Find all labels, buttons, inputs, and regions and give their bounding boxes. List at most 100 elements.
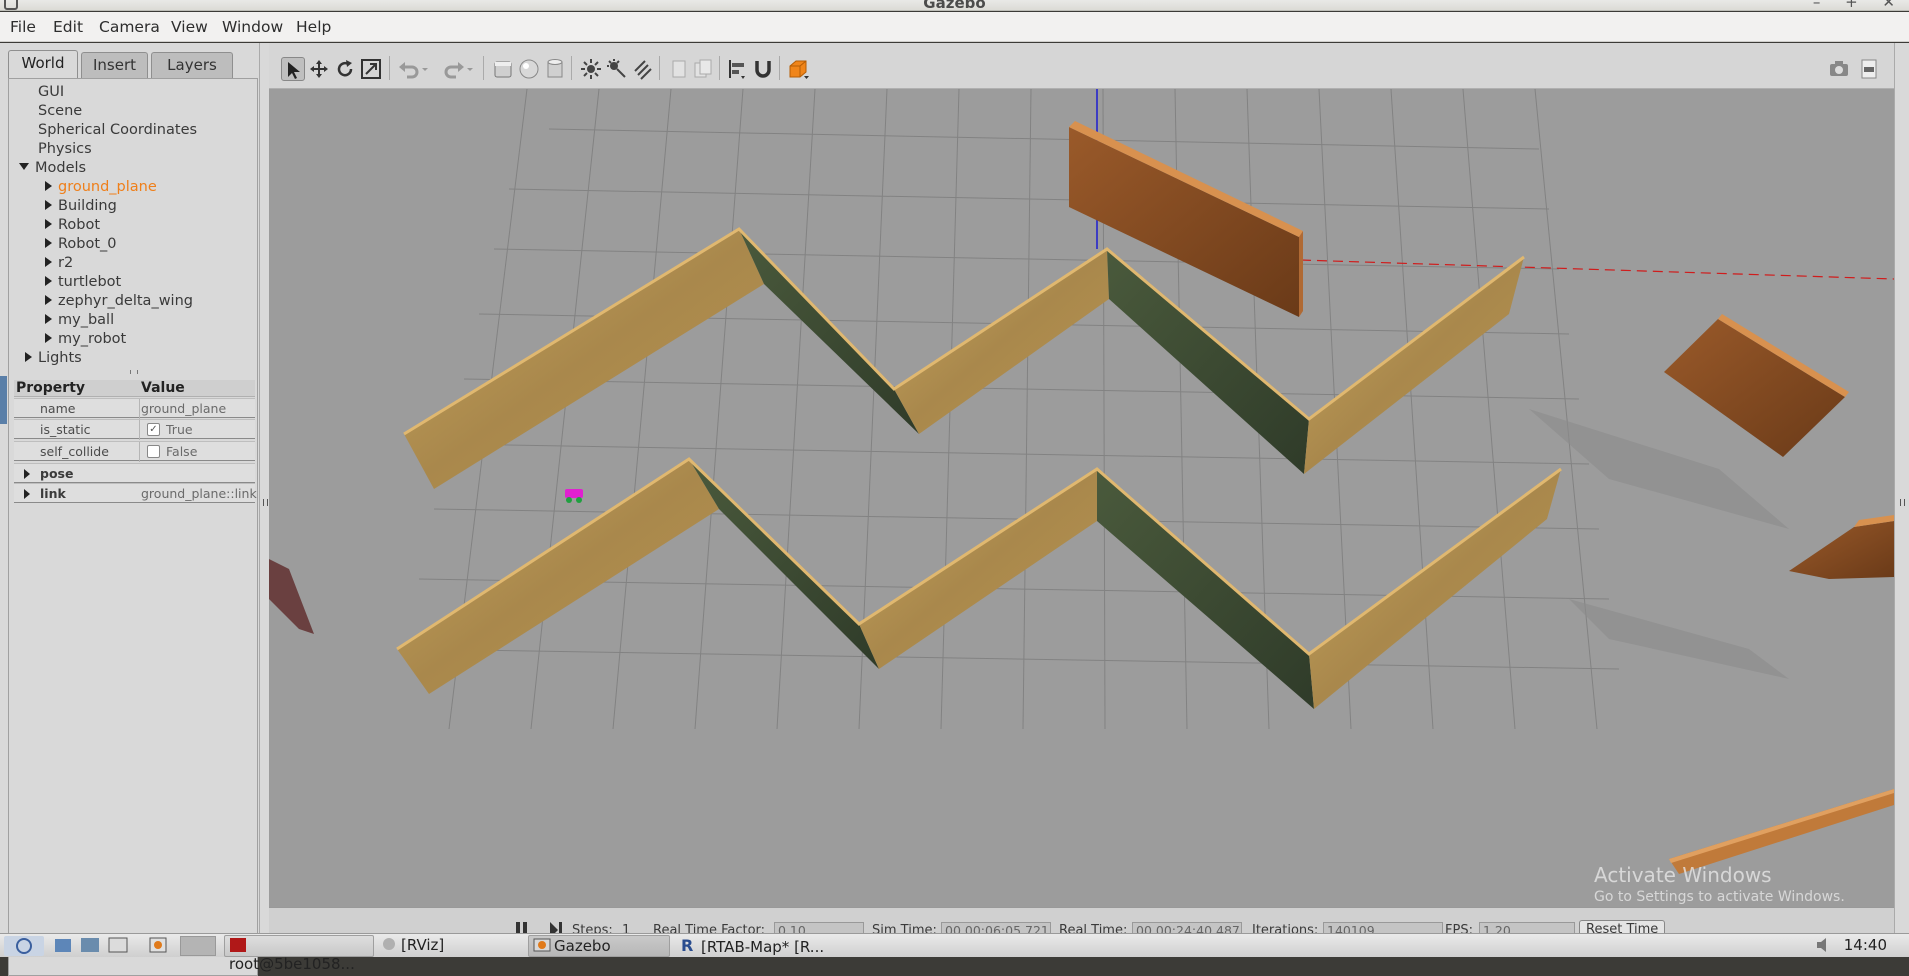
property-row-name[interactable]: name ground_plane [14,398,255,419]
property-row-is-static[interactable]: is_static ✓ True [14,419,255,440]
tree-item-my-ball[interactable]: my_ball [45,312,114,331]
clock[interactable]: 14:40 [1844,936,1887,954]
gazebo-launcher-icon[interactable] [148,936,168,956]
expand-right-icon[interactable] [24,469,30,479]
screenshot-icon[interactable] [1827,57,1851,81]
tree-item-models[interactable]: Models [19,160,86,179]
wall-floating-3[interactable] [1789,515,1894,579]
rtf-field: 0.10 [774,922,864,933]
3d-viewport[interactable]: Activate Windows Go to Settings to activ… [269,89,1894,907]
snap-icon[interactable] [751,57,775,81]
property-row-self-collide[interactable]: self_collide False [14,441,255,462]
file-manager-icon[interactable] [54,936,72,956]
window-controls[interactable]: – + ✕ [1813,0,1905,10]
workspace-switcher[interactable] [180,936,216,956]
taskbar-item-rtabmap[interactable]: R [RTAB-Map* [R... [680,936,824,956]
scale-icon[interactable] [359,57,383,81]
point-light-icon[interactable] [579,57,603,81]
robot-model[interactable] [565,489,583,503]
expand-right-icon[interactable] [45,333,52,343]
menu-help[interactable]: Help [296,18,331,36]
tree-item-turtlebot[interactable]: turtlebot [45,274,121,293]
redo-icon[interactable] [442,57,466,81]
tree-item-physics[interactable]: Physics [38,141,92,160]
log-icon[interactable] [1857,57,1881,81]
align-icon[interactable] [725,57,749,81]
menu-edit[interactable]: Edit [53,18,83,36]
wall-floating-4[interactable] [1669,789,1894,874]
steps-value[interactable]: 1 [622,923,630,933]
left-splitter[interactable] [259,43,269,933]
watermark-subtitle: Go to Settings to activate Windows. [1594,889,1845,905]
expand-right-icon[interactable] [24,489,30,499]
network-icon[interactable] [80,936,100,956]
rotate-icon[interactable] [333,57,357,81]
translate-icon[interactable] [307,57,331,81]
volume-icon[interactable] [1815,936,1835,956]
scene-canvas[interactable] [269,89,1894,907]
spot-light-icon[interactable] [605,57,629,81]
tree-item-ground-plane[interactable]: ground_plane [45,179,157,198]
undo-dropdown-icon[interactable] [419,57,431,81]
view-angle-icon[interactable] [786,57,810,81]
expand-right-icon[interactable] [45,219,52,229]
panel-collapse-handle[interactable] [0,376,7,424]
zigzag-wall-upper[interactable] [403,227,1525,489]
tree-item-zephyr-delta-wing[interactable]: zephyr_delta_wing [45,293,193,312]
step-icon[interactable] [549,922,563,933]
wall-floating-2[interactable] [1664,314,1849,457]
taskbar-item-terminal[interactable]: root@5be1058... [224,935,374,973]
menu-file[interactable]: File [10,18,36,36]
expand-right-icon[interactable] [45,238,52,248]
expand-down-icon[interactable] [19,163,29,170]
property-key: self_collide [40,444,109,459]
tab-layers[interactable]: Layers [151,52,233,78]
start-menu-icon[interactable] [4,936,44,956]
box-icon[interactable] [491,57,515,81]
tab-insert[interactable]: Insert [81,52,148,78]
paste-icon[interactable] [691,57,715,81]
select-arrow-icon[interactable] [281,57,305,81]
taskbar-item-rviz[interactable]: [RViz] [380,936,444,956]
expand-right-icon[interactable] [25,352,32,362]
self-collide-checkbox[interactable] [147,445,160,458]
expand-right-icon[interactable] [45,314,52,324]
property-value: True [166,422,193,437]
cylinder-icon[interactable] [543,57,567,81]
menu-window[interactable]: Window [222,18,283,36]
sphere-icon[interactable] [517,57,541,81]
property-group-link[interactable]: link ground_plane::link [14,483,257,503]
menu-view[interactable]: View [171,18,208,36]
terminal-icon[interactable] [108,936,128,956]
wall-floating-5[interactable] [269,559,314,634]
tab-world[interactable]: World [8,50,78,78]
reset-time-button[interactable]: Reset Time [1579,920,1666,933]
tree-item-building[interactable]: Building [45,198,117,217]
pause-icon[interactable] [515,922,529,933]
tree-item-lights[interactable]: Lights [25,350,82,369]
directional-light-icon[interactable] [631,57,655,81]
copy-icon[interactable] [667,57,691,81]
expand-right-icon[interactable] [45,181,52,191]
expand-right-icon[interactable] [45,295,52,305]
right-splitter[interactable] [1894,43,1909,933]
tree-splitter-grip[interactable] [130,370,138,374]
value-column-header: Value [141,380,185,396]
menu-camera[interactable]: Camera [99,18,160,36]
tree-item-my-robot[interactable]: my_robot [45,331,126,350]
tree-item-robot[interactable]: Robot [45,217,100,236]
tree-item-gui[interactable]: GUI [38,84,64,103]
taskbar-item-gazebo[interactable]: Gazebo [528,935,670,957]
expand-right-icon[interactable] [45,200,52,210]
expand-right-icon[interactable] [45,257,52,267]
gazebo-taskbar-icon [533,937,551,953]
is-static-checkbox[interactable]: ✓ [147,423,160,436]
redo-dropdown-icon[interactable] [464,57,476,81]
expand-right-icon[interactable] [45,276,52,286]
tree-item-robot-0[interactable]: Robot_0 [45,236,117,255]
tree-item-spherical-coordinates[interactable]: Spherical Coordinates [38,122,197,141]
undo-icon[interactable] [397,57,421,81]
tree-item-scene[interactable]: Scene [38,103,82,122]
property-group-pose[interactable]: pose [14,463,255,483]
tree-item-r2[interactable]: r2 [45,255,73,274]
